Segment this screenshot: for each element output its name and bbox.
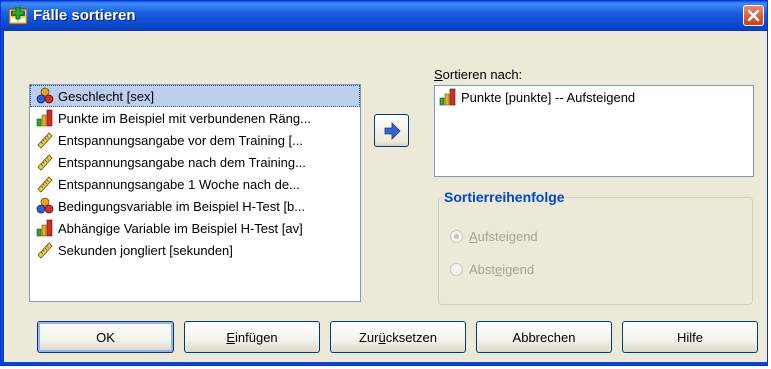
- list-item[interactable]: Sekunden jongliert [sekunden]: [30, 239, 360, 261]
- ascending-radio[interactable]: Aufsteigend: [450, 229, 538, 244]
- list-item[interactable]: Bedingungsvariable im Beispiel H-Test [b…: [30, 195, 360, 217]
- scale-variable-icon: [37, 132, 53, 149]
- radio-button[interactable]: [450, 230, 463, 243]
- arrow-right-icon: [384, 122, 401, 140]
- ordinal-variable-icon: [36, 109, 53, 127]
- sort-by-list[interactable]: Punkte [punkte] -- Aufsteigend: [434, 85, 754, 177]
- sort-cases-dialog: Fälle sortieren Geschlecht [sex] Punkte …: [0, 0, 768, 366]
- close-icon: [747, 9, 760, 22]
- list-item-label: Entspannungsangabe nach dem Training...: [58, 154, 306, 170]
- move-variable-button[interactable]: [374, 114, 409, 147]
- list-item[interactable]: Entspannungsangabe 1 Woche nach de...: [30, 173, 360, 195]
- descending-radio[interactable]: Absteigend: [450, 262, 534, 277]
- window-frame-bottom: [1, 362, 767, 365]
- nominal-variable-icon: [36, 197, 54, 214]
- sort-by-label: Sortieren nach:: [434, 67, 523, 82]
- list-item-label: Punkte im Beispiel mit verbundenen Räng.…: [58, 110, 311, 126]
- list-item-label: Punkte [punkte] -- Aufsteigend: [461, 89, 636, 105]
- variable-source-list[interactable]: Geschlecht [sex] Punkte im Beispiel mit …: [29, 84, 361, 302]
- list-item-label: Entspannungsangabe 1 Woche nach de...: [58, 176, 300, 192]
- list-item-label: Geschlecht [sex]: [58, 88, 155, 104]
- title-bar[interactable]: Fälle sortieren: [1, 1, 767, 31]
- close-button[interactable]: [743, 5, 764, 26]
- window-frame-left: [1, 31, 4, 365]
- sort-order-group: [438, 197, 753, 305]
- paste-button[interactable]: Einfügen: [184, 321, 320, 353]
- list-item[interactable]: Abhängige Variable im Beispiel H-Test [a…: [30, 217, 360, 239]
- cancel-button[interactable]: Abbrechen: [476, 321, 612, 353]
- list-item[interactable]: Punkte im Beispiel mit verbundenen Räng.…: [30, 107, 360, 129]
- scale-variable-icon: [37, 154, 53, 171]
- list-item[interactable]: Entspannungsangabe vor dem Training [...: [30, 129, 360, 151]
- list-item[interactable]: Geschlecht [sex]: [30, 85, 360, 107]
- help-button[interactable]: Hilfe: [622, 321, 758, 353]
- radio-button[interactable]: [450, 263, 463, 276]
- spss-dialog-icon: [9, 7, 27, 25]
- list-item-label: Bedingungsvariable im Beispiel H-Test [b…: [58, 198, 306, 214]
- ordinal-variable-icon: [36, 219, 53, 237]
- list-item-label: Abhängige Variable im Beispiel H-Test [a…: [58, 220, 303, 236]
- descending-label: Absteigend: [469, 262, 535, 277]
- list-item-label: Entspannungsangabe vor dem Training [...: [58, 132, 303, 148]
- ok-button[interactable]: OK: [37, 321, 174, 353]
- list-item[interactable]: Punkte [punkte] -- Aufsteigend: [435, 86, 753, 108]
- sort-order-title: Sortierreihenfolge: [442, 189, 567, 205]
- ordinal-variable-icon: [439, 88, 456, 106]
- window-title: Fälle sortieren: [33, 7, 136, 24]
- nominal-variable-icon: [36, 87, 54, 104]
- scale-variable-icon: [37, 176, 53, 193]
- reset-button[interactable]: Zur ü cksetzen: [330, 321, 466, 353]
- list-item[interactable]: Entspannungsangabe nach dem Training...: [30, 151, 360, 173]
- scale-variable-icon: [37, 242, 53, 259]
- ascending-label: Aufsteigend: [469, 229, 538, 244]
- list-item-label: Sekunden jongliert [sekunden]: [58, 242, 233, 258]
